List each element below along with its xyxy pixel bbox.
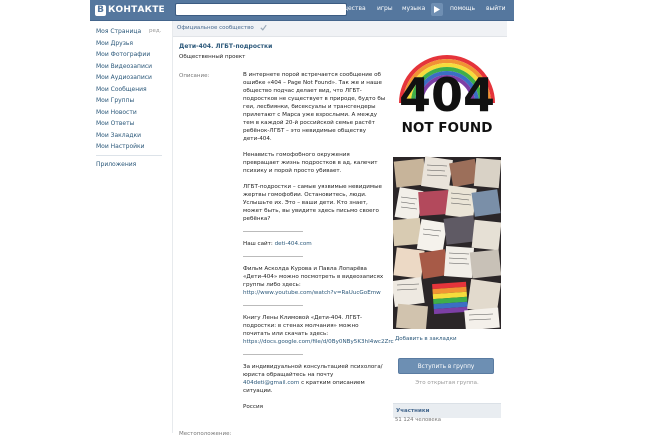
site-link[interactable]: deti-404.com bbox=[275, 241, 312, 247]
sidebar-item-apps[interactable]: Приложения bbox=[96, 159, 168, 171]
sidebar-item-answers[interactable]: Мои Ответы bbox=[96, 118, 168, 130]
sidebar-item-photos[interactable]: Мои Фотографии bbox=[96, 49, 168, 61]
add-bookmark-link[interactable]: Добавить в закладки bbox=[395, 336, 457, 342]
members-header[interactable]: Участники bbox=[393, 403, 501, 418]
play-button[interactable] bbox=[431, 3, 443, 16]
contact-text: За индивидуальной консультацией психолог… bbox=[243, 364, 383, 378]
vk-logo-icon: В bbox=[95, 4, 106, 16]
members-count: 51 124 человека bbox=[395, 417, 442, 423]
nav-people[interactable]: люди bbox=[300, 5, 317, 12]
vk-logo[interactable]: В КОНТАКТЕ bbox=[95, 3, 165, 17]
sidebar-item-messages[interactable]: Мои Сообщения bbox=[96, 84, 168, 96]
site-label: Наш сайт: bbox=[243, 241, 273, 247]
youtube-link[interactable]: http://www.youtube.com/watch?v=RaUucGoEm… bbox=[243, 290, 381, 296]
sidebar-item-groups[interactable]: Мои Группы bbox=[96, 95, 168, 107]
join-group-button[interactable]: Вступить в группу bbox=[398, 358, 494, 374]
description-divider bbox=[243, 231, 303, 232]
location-label: Местоположение: bbox=[179, 431, 232, 437]
group-description: В интернете порой встречается сообщение … bbox=[243, 71, 394, 419]
sidebar-item-settings[interactable]: Мои Настройки bbox=[96, 141, 168, 153]
play-icon bbox=[434, 6, 440, 13]
nav-communities[interactable]: сообщества bbox=[328, 5, 366, 12]
google-docs-link[interactable]: https://docs.google.com/file/d/0By0NBy5K… bbox=[243, 339, 394, 345]
official-community-label: Официальное сообщество bbox=[177, 24, 254, 31]
sidebar-item-friends[interactable]: Мои Друзья bbox=[96, 38, 168, 50]
cover-not-found-text: NOT FOUND bbox=[402, 120, 493, 136]
location-value: Россия bbox=[243, 404, 263, 410]
cover-artwork: 404 NOT FOUND bbox=[393, 39, 501, 329]
description-paragraph: ЛГБТ-подростки – самые уязвимые невидимы… bbox=[243, 184, 382, 222]
group-subtitle: Общественный проект bbox=[179, 54, 246, 60]
left-sidebar: Моя Страница ред. Мои Друзья Мои Фотогра… bbox=[96, 26, 168, 170]
description-divider bbox=[243, 256, 303, 257]
vk-logo-text: КОНТАКТЕ bbox=[108, 5, 165, 15]
sidebar-divider bbox=[96, 154, 162, 156]
cover-404-text: 404 bbox=[399, 68, 495, 122]
description-label: Описание: bbox=[179, 73, 210, 79]
group-cover-image[interactable]: 404 NOT FOUND bbox=[393, 39, 501, 329]
members-title: Участники bbox=[396, 407, 430, 414]
description-divider bbox=[243, 305, 303, 306]
official-community-bar: Официальное сообщество bbox=[173, 21, 507, 37]
verified-check-icon bbox=[260, 24, 267, 31]
group-title: Дети-404. ЛГБТ-подростки bbox=[179, 43, 273, 50]
sidebar-item-videos[interactable]: Мои Видеозаписи bbox=[96, 61, 168, 73]
contact-paragraph: За индивидуальной консультацией психолог… bbox=[243, 363, 387, 395]
top-navigation-bar: В КОНТАКТЕ люди сообщества игры музыка п… bbox=[90, 0, 514, 21]
book-text: Книгу Лены Климовой «Дети-404. ЛГБТ-подр… bbox=[243, 315, 363, 337]
sidebar-edit-link[interactable]: ред. bbox=[149, 26, 161, 38]
nav-music[interactable]: музыка bbox=[402, 5, 425, 12]
nav-help[interactable]: помощь bbox=[450, 5, 475, 12]
book-paragraph: Книгу Лены Климовой «Дети-404. ЛГБТ-подр… bbox=[243, 314, 394, 346]
sidebar-item-audio[interactable]: Мои Аудиозаписи bbox=[96, 72, 168, 84]
nav-games[interactable]: игры bbox=[377, 5, 393, 12]
description-paragraph: Ненависть гомофобного окружения превраща… bbox=[243, 152, 378, 174]
description-divider bbox=[243, 354, 303, 355]
film-text: Фильм Асколда Курова и Павла Лопарёва «Д… bbox=[243, 266, 384, 288]
film-paragraph: Фильм Асколда Курова и Павла Лопарёва «Д… bbox=[243, 265, 387, 297]
open-group-label: Это открытая группа. bbox=[415, 380, 479, 386]
site-line: Наш сайт: deti-404.com bbox=[243, 240, 387, 248]
email-link[interactable]: 404deti@gmail.com bbox=[243, 380, 299, 386]
sidebar-item-bookmarks[interactable]: Мои Закладки bbox=[96, 130, 168, 142]
nav-logout[interactable]: выйти bbox=[486, 5, 506, 12]
description-paragraph: В интернете порой встречается сообщение … bbox=[243, 72, 386, 142]
search-input[interactable] bbox=[175, 3, 347, 16]
sidebar-item-news[interactable]: Мои Новости bbox=[96, 107, 168, 119]
